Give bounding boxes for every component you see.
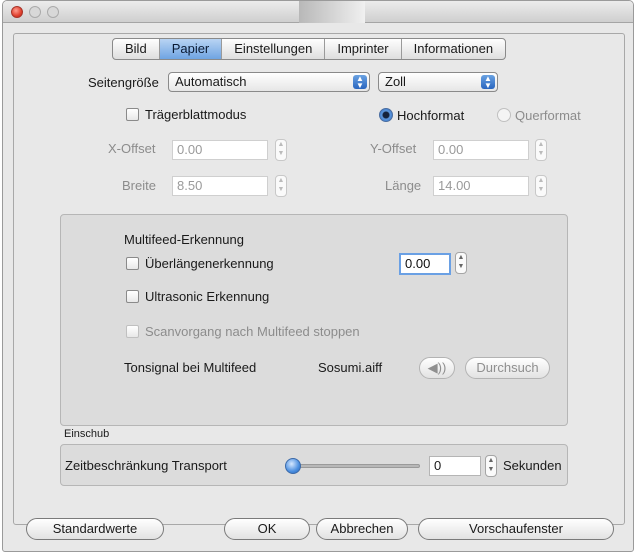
carrier-sheet-label: Trägerblattmodus [145, 107, 247, 122]
defaults-button[interactable]: Standardwerte [26, 518, 164, 540]
transport-stepper[interactable]: ▲ ▼ [485, 455, 497, 477]
tab-einstellungen[interactable]: Einstellungen [222, 39, 326, 59]
width-field[interactable]: 8.50 [172, 176, 268, 196]
length-label: Länge [385, 178, 422, 193]
unit-value: Zoll [385, 74, 406, 89]
page-size-label: Seitengröße [88, 75, 159, 90]
tab-bar: Bild Papier Einstellungen Imprinter Info… [112, 38, 507, 60]
close-window-button[interactable] [11, 6, 23, 18]
carrier-sheet-checkbox[interactable] [126, 108, 139, 121]
popup-arrows-icon: ▲ ▼ [353, 75, 367, 90]
tab-informationen[interactable]: Informationen [402, 39, 505, 59]
sound-file-name: Sosumi.aiff [318, 360, 383, 375]
transport-slider-track[interactable] [292, 464, 420, 468]
stop-scan-checkbox[interactable] [126, 325, 139, 338]
tab-papier[interactable]: Papier [159, 39, 223, 59]
speaker-icon: ◀)) [427, 360, 447, 375]
tab-imprinter[interactable]: Imprinter [325, 39, 402, 59]
length-field[interactable]: 14.00 [433, 176, 529, 196]
play-sound-button[interactable]: ◀)) [419, 357, 455, 379]
y-offset-field[interactable]: 0.00 [433, 140, 529, 160]
title-gradient-decoration [299, 1, 365, 23]
einschub-title: Einschub [64, 428, 110, 440]
tab-bild[interactable]: Bild [113, 39, 160, 59]
transport-timeout-label: Zeitbeschränkung Transport [65, 458, 227, 473]
preview-window-button[interactable]: Vorschaufenster [418, 518, 614, 540]
ok-button[interactable]: OK [224, 518, 310, 540]
sound-label: Tonsignal bei Multifeed [124, 360, 257, 375]
overlength-stepper[interactable]: ▲ ▼ [455, 252, 467, 274]
ultrasonic-checkbox[interactable] [126, 290, 139, 303]
overlength-field[interactable]: 0.00 [399, 253, 451, 275]
page-size-select[interactable]: Automatisch ▲ ▼ [168, 72, 370, 92]
transport-slider-knob[interactable] [285, 458, 301, 474]
x-offset-field[interactable]: 0.00 [172, 140, 268, 160]
width-stepper[interactable]: ▲ ▼ [275, 175, 287, 197]
seconds-label: Sekunden [503, 458, 562, 473]
x-offset-label: X-Offset [108, 141, 156, 156]
landscape-label: Querformat [515, 108, 581, 123]
stop-scan-label: Scanvorgang nach Multifeed stoppen [145, 324, 360, 339]
popup-arrows-icon: ▲ ▼ [481, 75, 495, 90]
browse-button[interactable]: Durchsuch [465, 357, 550, 379]
page-size-value: Automatisch [175, 74, 247, 89]
unit-select[interactable]: Zoll ▲ ▼ [378, 72, 498, 92]
y-offset-stepper[interactable]: ▲ ▼ [535, 139, 547, 161]
transport-value-field[interactable]: 0 [429, 456, 481, 476]
minimize-window-button[interactable] [29, 6, 41, 18]
portrait-label: Hochformat [397, 108, 465, 123]
overlength-label: Überlängenerkennung [145, 256, 274, 271]
landscape-radio[interactable] [497, 108, 511, 122]
width-label: Breite [122, 178, 156, 193]
multifeed-title: Multifeed-Erkennung [124, 232, 244, 247]
x-offset-stepper[interactable]: ▲ ▼ [275, 139, 287, 161]
zoom-window-button[interactable] [47, 6, 59, 18]
title-bar [3, 1, 633, 23]
y-offset-label: Y-Offset [370, 141, 417, 156]
cancel-button[interactable]: Abbrechen [316, 518, 408, 540]
portrait-radio[interactable] [379, 108, 393, 122]
ultrasonic-label: Ultrasonic Erkennung [145, 289, 270, 304]
length-stepper[interactable]: ▲ ▼ [535, 175, 547, 197]
overlength-checkbox[interactable] [126, 257, 139, 270]
